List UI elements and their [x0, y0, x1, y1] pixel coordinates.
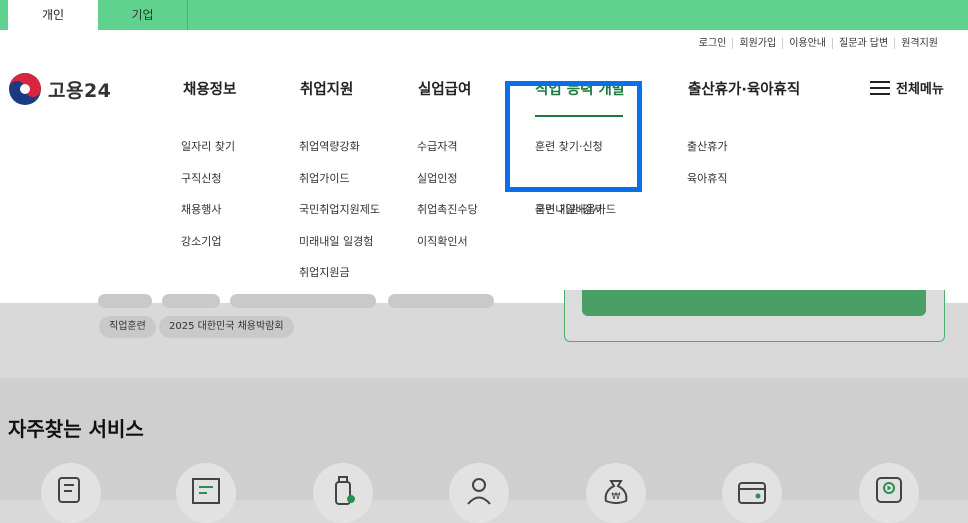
- submenu-item[interactable]: 일자리 찾기: [181, 138, 235, 154]
- tag-chip-hidden: [388, 294, 494, 308]
- qna-link[interactable]: 질문과 답변: [832, 38, 894, 49]
- service-item[interactable]: [176, 463, 236, 523]
- svg-text:₩: ₩: [612, 492, 621, 502]
- signup-link[interactable]: 회원가입: [732, 38, 782, 49]
- submenu-item[interactable]: 국민취업지원제도: [299, 201, 380, 217]
- tag-chip[interactable]: 직업훈련: [99, 316, 156, 338]
- video-icon: [876, 477, 902, 503]
- submenu-item[interactable]: 취업역량강화: [299, 138, 360, 154]
- nav-maternity-parental-leave[interactable]: 출산휴가·육아휴직: [688, 78, 800, 99]
- audience-tab-bar: 개인 기업: [0, 0, 968, 30]
- all-menu-label: 전체메뉴: [896, 82, 944, 97]
- submenu-item[interactable]: 구직신청: [181, 170, 221, 186]
- remote-support-link[interactable]: 원격지원: [894, 38, 944, 49]
- tag-chip-hidden: [162, 294, 220, 308]
- tag-chip-hidden: [230, 294, 376, 308]
- submenu-item[interactable]: 취업지원금: [299, 264, 350, 280]
- section-title: 자주찾는 서비스: [8, 417, 144, 441]
- hamburger-icon: [870, 80, 890, 95]
- tab-personal[interactable]: 개인: [8, 0, 98, 30]
- service-item[interactable]: [449, 463, 509, 523]
- submenu-item[interactable]: 훈련 기관·강사: [535, 201, 603, 217]
- submenu-item[interactable]: 취업가이드: [299, 170, 350, 186]
- tag-chip-hidden: [98, 294, 152, 308]
- taegeuk-logo-icon: [9, 73, 41, 105]
- submenu-item[interactable]: 강소기업: [181, 233, 221, 249]
- tab-business[interactable]: 기업: [98, 0, 188, 30]
- money-bag-icon: ₩: [604, 480, 628, 504]
- document-icon: [58, 477, 80, 503]
- person-icon: [467, 478, 491, 505]
- form-icon: [192, 478, 220, 504]
- site-header: 로그인 회원가입 이용안내 질문과 답변 원격지원 고용24 채용정보 취업지원…: [0, 30, 968, 303]
- submenu-item[interactable]: 실업인정: [417, 170, 457, 186]
- nav-unemployment-benefit[interactable]: 실업급여: [418, 78, 471, 99]
- nav-employment-support[interactable]: 취업지원: [300, 78, 353, 99]
- service-item[interactable]: [313, 463, 373, 523]
- service-item[interactable]: [41, 463, 101, 523]
- site-logo[interactable]: 고용24: [8, 72, 111, 106]
- submenu-item[interactable]: 수급자격: [417, 138, 457, 154]
- service-item[interactable]: [859, 463, 919, 523]
- active-nav-underline: [535, 115, 623, 117]
- login-link[interactable]: 로그인: [693, 38, 733, 49]
- nav-jobs[interactable]: 채용정보: [183, 78, 236, 99]
- submenu-item[interactable]: 채용행사: [181, 201, 221, 217]
- all-menu-button[interactable]: 전체메뉴: [870, 78, 944, 97]
- submenu-item[interactable]: 출산휴가: [687, 138, 727, 154]
- service-item[interactable]: [722, 463, 782, 523]
- panel-button[interactable]: [582, 290, 926, 316]
- submenu-item[interactable]: 이직확인서: [417, 233, 468, 249]
- submenu-item[interactable]: 취업촉진수당: [417, 201, 478, 217]
- utility-links: 로그인 회원가입 이용안내 질문과 답변 원격지원: [693, 38, 944, 49]
- guide-link[interactable]: 이용안내: [782, 38, 832, 49]
- submenu-item[interactable]: 미래내일 일경험: [299, 233, 373, 249]
- logo-text: 고용24: [48, 79, 112, 102]
- submenu-item-training-search[interactable]: 훈련 찾기·신청: [535, 138, 603, 154]
- wallet-icon: [738, 482, 766, 504]
- service-item[interactable]: ₩: [586, 463, 646, 523]
- submenu-item[interactable]: 육아휴직: [687, 170, 727, 186]
- bottle-icon: [335, 476, 355, 505]
- tag-chip[interactable]: 2025 대한민국 채용박람회: [159, 316, 294, 338]
- nav-vocational-training[interactable]: 직업 능력 개발: [535, 78, 625, 99]
